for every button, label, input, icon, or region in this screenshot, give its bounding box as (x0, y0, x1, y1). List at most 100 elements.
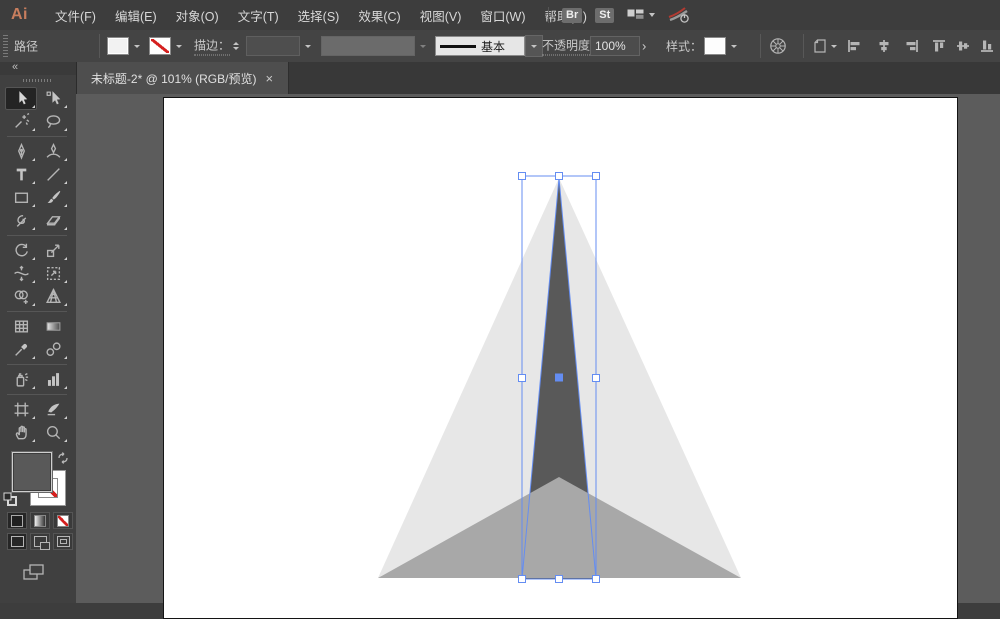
stroke-weight-value[interactable] (246, 36, 300, 56)
tool-mesh[interactable] (5, 315, 37, 338)
tool-type[interactable] (5, 163, 37, 186)
document-options-button[interactable] (812, 38, 837, 54)
tool-rotate[interactable] (5, 239, 37, 262)
tool-direct-selection[interactable] (37, 87, 69, 110)
fill-color-control[interactable] (107, 37, 143, 55)
tool-scale[interactable] (37, 239, 69, 262)
menu-select[interactable]: 选择(S) (298, 6, 340, 25)
align-right-button[interactable] (904, 38, 920, 54)
align-center-v-button[interactable] (955, 38, 971, 54)
stroke-panel-link[interactable]: 描边： (194, 37, 230, 56)
align-left-button[interactable] (846, 38, 862, 54)
align-bottom-button[interactable] (979, 38, 995, 54)
document-tab[interactable]: 未标题-2* @ 101% (RGB/预览) × (76, 62, 289, 94)
menu-view[interactable]: 视图(V) (420, 6, 462, 25)
color-button[interactable] (7, 512, 27, 529)
tool-eraser[interactable] (37, 209, 69, 232)
workspace-switcher[interactable] (627, 9, 655, 22)
fill-color-swatch[interactable] (107, 37, 129, 55)
width-profile-select (321, 36, 429, 56)
tool-rectangle[interactable] (5, 186, 37, 209)
menu-object[interactable]: 对象(O) (176, 6, 219, 25)
tool-blend[interactable] (37, 338, 69, 361)
chevron-down-icon (831, 45, 837, 48)
panel-grip[interactable] (3, 35, 8, 57)
fill-proxy-swatch[interactable] (12, 452, 52, 492)
divider (99, 34, 100, 58)
canvas-area[interactable] (76, 94, 1000, 603)
menu-edit[interactable]: 编辑(E) (115, 6, 157, 25)
tool-selection[interactable] (5, 87, 37, 110)
tools-panel-grip[interactable] (23, 79, 53, 82)
document-tab-title: 未标题-2* @ 101% (RGB/预览) (91, 70, 257, 87)
tool-separator (5, 232, 69, 239)
tool-paintbrush[interactable] (37, 186, 69, 209)
screen-mode-button[interactable] (22, 562, 46, 582)
draw-normal-button[interactable] (7, 533, 27, 550)
menu-type[interactable]: 文字(T) (238, 6, 279, 25)
tool-symbol-sprayer[interactable] (5, 368, 37, 391)
tool-pen[interactable] (5, 140, 37, 163)
tool-magic-wand[interactable] (5, 110, 37, 133)
tool-separator (5, 133, 69, 140)
tool-hand[interactable] (5, 421, 37, 444)
close-tab-icon[interactable]: × (265, 72, 273, 85)
opacity-value-field[interactable]: 100% (590, 36, 640, 56)
style-label: 样式： (666, 38, 702, 55)
brush-dropdown-button[interactable] (525, 35, 543, 57)
chevron-down-icon (649, 13, 655, 17)
align-center-h-button[interactable] (876, 38, 892, 54)
tool-column-graph[interactable] (37, 368, 69, 391)
menu-effect[interactable]: 效果(C) (358, 6, 400, 25)
align-top-button[interactable] (931, 38, 947, 54)
paint-type-buttons (7, 512, 73, 529)
stroke-none-swatch[interactable] (149, 37, 171, 55)
artboard[interactable] (163, 97, 958, 619)
tools-panel-header[interactable]: « (0, 62, 76, 75)
tool-line-segment[interactable] (37, 163, 69, 186)
drawing-mode-buttons (7, 533, 73, 550)
draw-inside-button[interactable] (53, 533, 73, 550)
recolor-artwork-button[interactable] (769, 37, 787, 55)
brush-definition-select[interactable]: 基本 (435, 35, 543, 57)
tool-curvature[interactable] (37, 140, 69, 163)
stroke-weight-stepper[interactable] (229, 37, 242, 55)
recolor-artwork-icon (769, 37, 787, 55)
sync-status-icon[interactable] (668, 7, 690, 24)
stock-button[interactable]: St (595, 8, 614, 23)
tool-width[interactable] (5, 262, 37, 285)
control-bar: 路径 描边： 基本 不透明度： 100% › 样式： (0, 30, 1000, 63)
none-button[interactable] (53, 512, 73, 529)
gradient-button[interactable] (30, 512, 50, 529)
tool-shape-builder[interactable] (5, 285, 37, 308)
divider (760, 34, 761, 58)
opacity-next-button[interactable]: › (642, 39, 646, 54)
tool-perspective-grid[interactable] (37, 285, 69, 308)
align-horizontal-right-icon (904, 38, 920, 54)
menu-items: 文件(F) 编辑(E) 对象(O) 文字(T) 选择(S) 效果(C) 视图(V… (55, 6, 587, 25)
tool-slice[interactable] (37, 398, 69, 421)
tool-lasso[interactable] (37, 110, 69, 133)
tool-separator (5, 308, 69, 315)
menu-window[interactable]: 窗口(W) (480, 6, 525, 25)
collapse-panel-icon[interactable]: « (12, 61, 18, 73)
tool-artboard[interactable] (5, 398, 37, 421)
draw-behind-button[interactable] (30, 533, 50, 550)
stroke-color-control[interactable] (149, 37, 185, 55)
default-fill-stroke-icon[interactable] (3, 492, 17, 506)
menu-file[interactable]: 文件(F) (55, 6, 96, 25)
tool-shaper[interactable] (5, 209, 37, 232)
stroke-weight-select[interactable] (246, 36, 314, 56)
tool-free-transform[interactable] (37, 262, 69, 285)
swap-fill-stroke-icon[interactable] (56, 451, 70, 465)
tool-zoom[interactable] (37, 421, 69, 444)
menu-divider (548, 7, 549, 23)
tool-eyedropper[interactable] (5, 338, 37, 361)
tool-gradient[interactable] (37, 315, 69, 338)
graphic-style-swatch[interactable] (704, 37, 726, 55)
context-label: 路径 (14, 38, 38, 55)
chevron-up-icon (233, 42, 239, 45)
graphic-style-select[interactable] (704, 37, 740, 55)
tools-panel: « (0, 62, 77, 603)
bridge-button[interactable]: Br (562, 8, 582, 23)
